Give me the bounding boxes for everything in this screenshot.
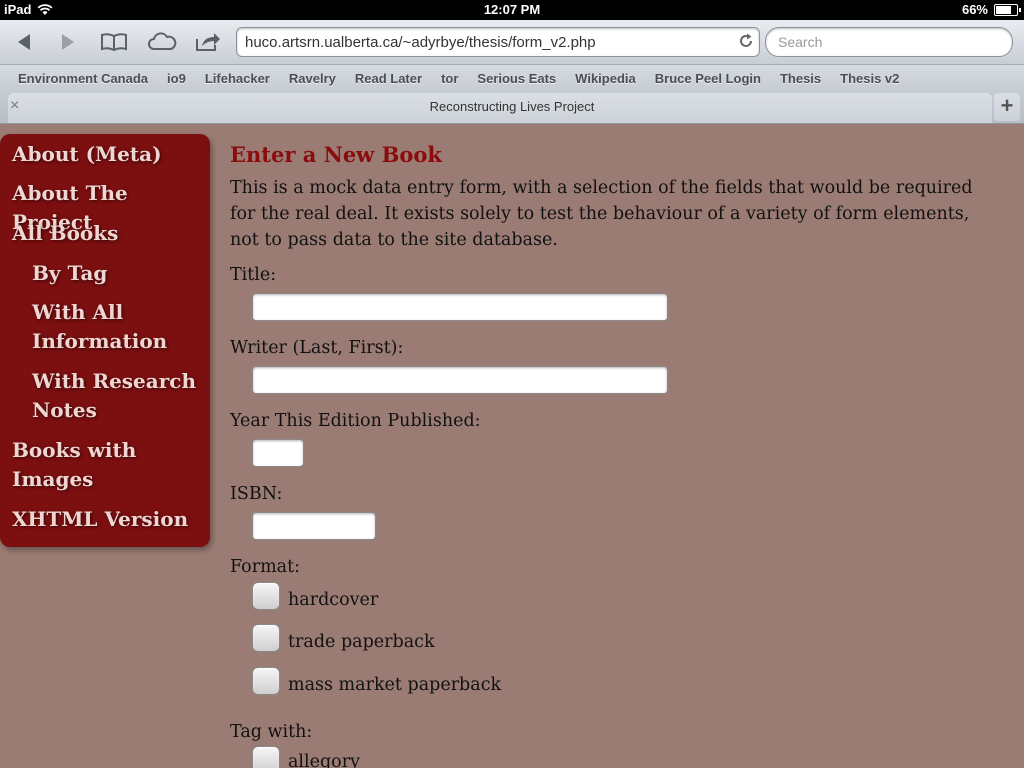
allegory-checkbox[interactable] <box>252 746 280 768</box>
bookmark-serious-eats[interactable]: Serious Eats <box>477 71 556 86</box>
bookmarks-button[interactable] <box>98 28 130 56</box>
clock: 12:07 PM <box>483 2 541 17</box>
trade-paperback-label: trade paperback <box>288 632 435 652</box>
tag-label: Tag with: <box>230 722 313 742</box>
isbn-input[interactable] <box>252 512 376 540</box>
bookmark-bruce-peel-login[interactable]: Bruce Peel Login <box>655 71 761 86</box>
mass-market-paperback-label: mass market paperback <box>288 675 502 695</box>
writer-input[interactable] <box>252 366 668 394</box>
bookmark-thesis-v2[interactable]: Thesis v2 <box>840 71 899 86</box>
forward-arrow-icon <box>62 34 74 50</box>
tab-title: Reconstructing Lives Project <box>429 99 595 114</box>
bookmark-tor[interactable]: tor <box>441 71 458 86</box>
back-button[interactable] <box>8 28 40 56</box>
battery-percent: 66% <box>961 2 988 17</box>
bookmarks-bar: Environment Canada io9 Lifehacker Ravelr… <box>0 65 1024 91</box>
address-bar[interactable]: huco.artsrn.ualberta.ca/~adyrbye/thesis/… <box>236 27 760 57</box>
web-page: About (Meta) About The Project All Books… <box>0 124 1024 768</box>
sidebar-item-with-research-notes[interactable]: With Research Notes <box>32 367 202 425</box>
share-button[interactable] <box>192 28 224 56</box>
sidebar-item-by-tag[interactable]: By Tag <box>32 259 202 288</box>
book-icon <box>101 33 127 52</box>
bookmark-environment-canada[interactable]: Environment Canada <box>18 71 148 86</box>
forward-button[interactable] <box>52 28 84 56</box>
year-label: Year This Edition Published: <box>230 411 481 431</box>
year-input[interactable] <box>252 439 304 467</box>
reload-icon[interactable] <box>738 33 754 49</box>
tab-bar: × Reconstructing Lives Project + <box>0 91 1024 124</box>
bookmark-lifehacker[interactable]: Lifehacker <box>205 71 270 86</box>
sidebar-item-books-with-images[interactable]: Books with Images <box>12 436 202 494</box>
mass-market-paperback-checkbox[interactable] <box>252 667 280 695</box>
share-icon <box>196 33 220 51</box>
isbn-label: ISBN: <box>230 484 283 504</box>
icloud-tabs-button[interactable] <box>146 28 178 56</box>
back-arrow-icon <box>18 34 30 50</box>
browser-toolbar: huco.artsrn.ualberta.ca/~adyrbye/thesis/… <box>0 20 1024 65</box>
battery-icon <box>994 3 1021 16</box>
sidebar-item-with-all-information[interactable]: With All Information <box>32 298 202 356</box>
sidebar-item-about-meta[interactable]: About (Meta) <box>12 140 202 169</box>
hardcover-label: hardcover <box>288 590 379 610</box>
sidebar-item-xhtml-version[interactable]: XHTML Version <box>12 505 202 534</box>
format-label: Format: <box>230 557 301 577</box>
url-text: huco.artsrn.ualberta.ca/~adyrbye/thesis/… <box>245 34 596 51</box>
status-bar: iPad 12:07 PM 66% <box>0 0 1024 20</box>
title-input[interactable] <box>252 293 668 321</box>
hardcover-checkbox[interactable] <box>252 582 280 610</box>
page-title: Enter a New Book <box>230 142 442 167</box>
new-tab-button[interactable]: + <box>994 93 1020 121</box>
sidebar-nav: About (Meta) About The Project All Books… <box>0 134 210 547</box>
search-field[interactable] <box>765 27 1013 57</box>
search-input[interactable] <box>776 33 1000 51</box>
title-label: Title: <box>230 265 277 285</box>
trade-paperback-checkbox[interactable] <box>252 624 280 652</box>
bookmark-io9[interactable]: io9 <box>167 71 186 86</box>
bookmark-read-later[interactable]: Read Later <box>355 71 422 86</box>
cloud-icon <box>148 32 177 50</box>
sidebar-item-all-books[interactable]: All Books <box>12 219 202 248</box>
bookmark-thesis[interactable]: Thesis <box>780 71 821 86</box>
writer-label: Writer (Last, First): <box>230 338 404 358</box>
bookmark-wikipedia[interactable]: Wikipedia <box>575 71 636 86</box>
intro-text: This is a mock data entry form, with a s… <box>230 178 973 250</box>
bookmark-ravelry[interactable]: Ravelry <box>289 71 336 86</box>
allegory-label: allegory <box>288 752 360 768</box>
